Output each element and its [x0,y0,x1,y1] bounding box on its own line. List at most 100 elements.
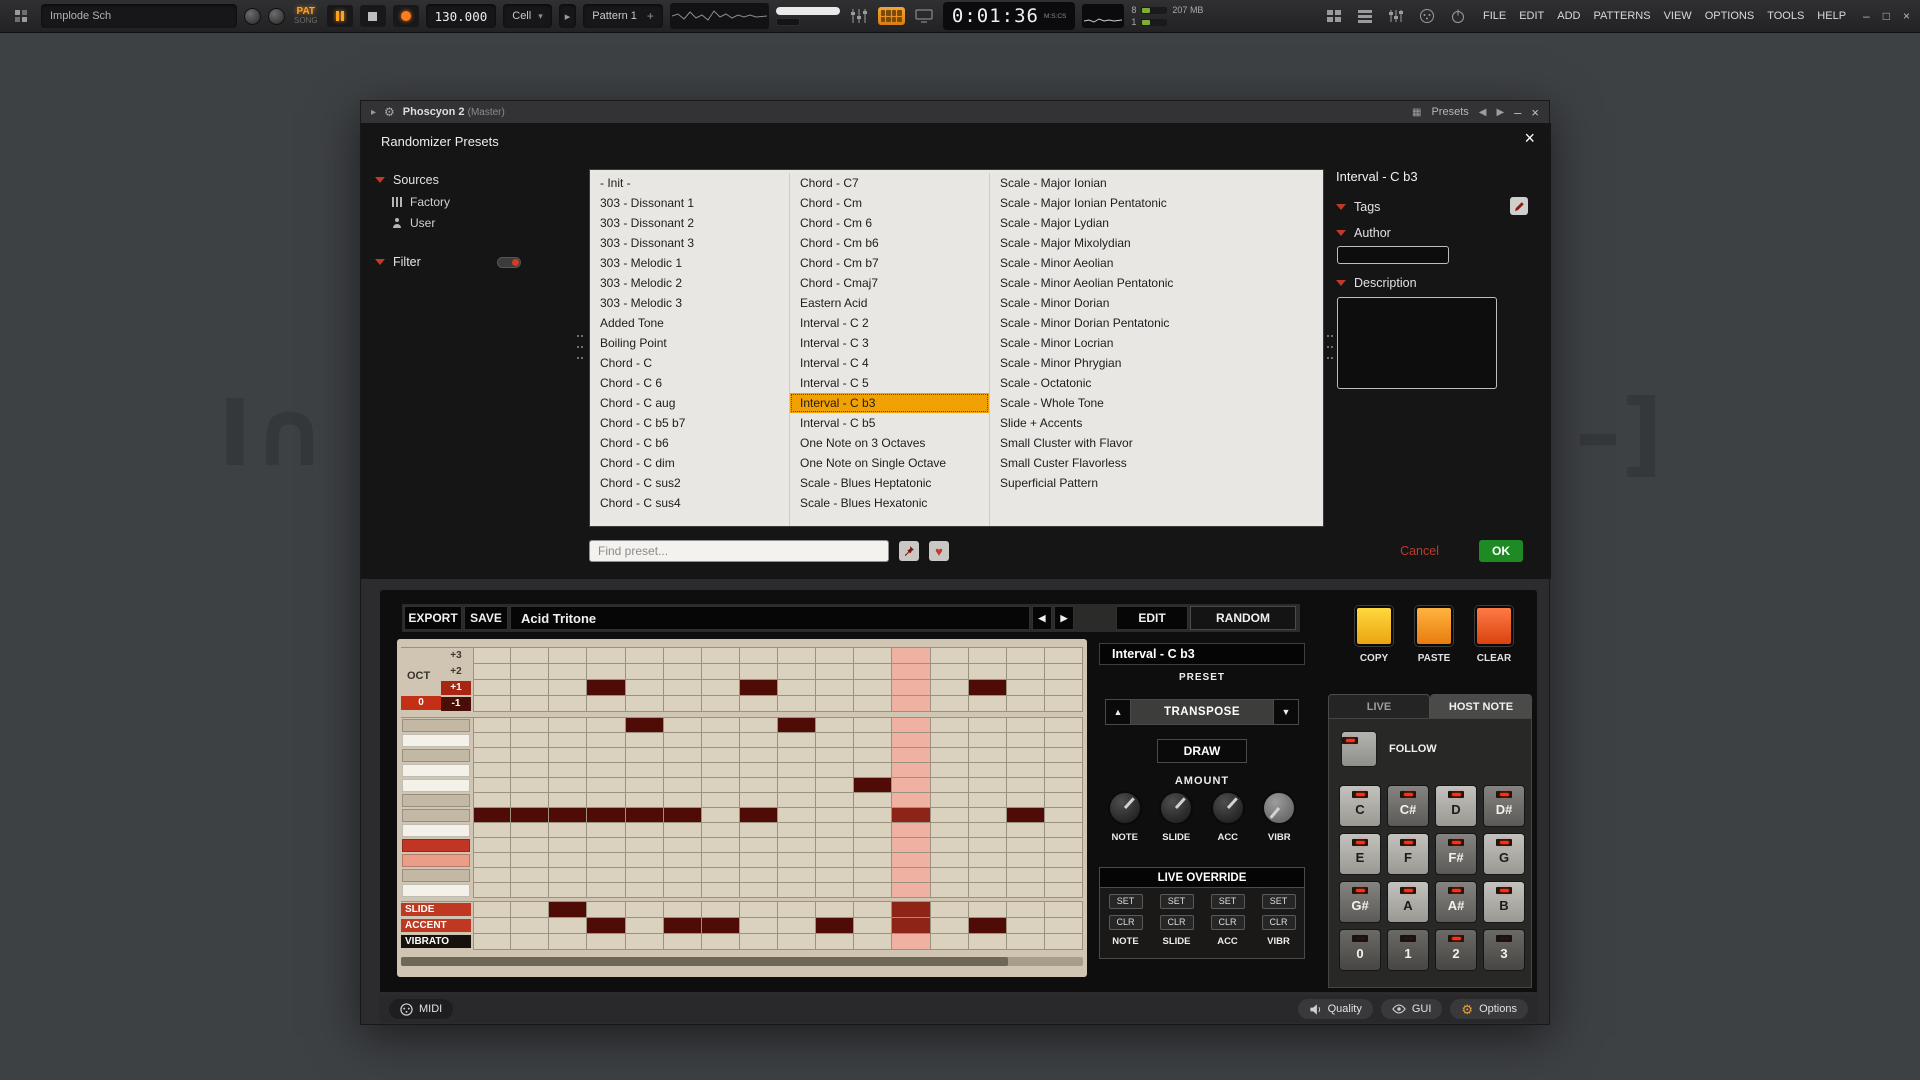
seq-cell[interactable] [1007,778,1045,793]
seq-cell[interactable] [511,808,549,823]
seq-cell[interactable] [969,793,1007,808]
preset-item[interactable]: Scale - Minor Dorian Pentatonic [990,313,1323,333]
favorite-button[interactable]: ♥ [929,541,949,561]
seq-cell[interactable] [473,868,511,883]
seq-cell[interactable] [931,733,969,748]
seq-cell[interactable] [1007,648,1045,664]
seq-cell[interactable] [473,680,511,696]
main-volume-knob[interactable] [244,8,261,25]
seq-cell[interactable] [1045,793,1083,808]
pin-button[interactable] [899,541,919,561]
seq-cell[interactable] [702,853,740,868]
seq-cell[interactable] [740,748,778,763]
host-note-key[interactable]: E [1339,833,1381,875]
prev-preset-button[interactable]: ◀ [1479,107,1487,118]
preset-item[interactable]: Chord - Cm [790,193,989,213]
edit-tab[interactable]: EDIT [1116,606,1188,630]
seq-cell[interactable] [778,808,816,823]
preset-item[interactable]: Chord - C dim [590,453,789,473]
mixer-icon[interactable] [847,5,871,27]
pat-song-switch[interactable]: PAT SONG [294,6,318,26]
seq-cell[interactable] [473,778,511,793]
seq-cell[interactable] [778,838,816,853]
minimize-button[interactable]: – [1863,9,1870,23]
menu-item[interactable]: PATTERNS [1594,10,1651,22]
seq-cell[interactable] [1007,793,1045,808]
seq-cell[interactable] [1007,664,1045,680]
seq-cell[interactable] [587,648,625,664]
seq-cell[interactable] [969,838,1007,853]
seq-cell[interactable] [778,748,816,763]
seq-cell[interactable] [1045,748,1083,763]
seq-cell[interactable] [778,664,816,680]
cancel-button[interactable]: Cancel [1400,544,1439,558]
seq-cell[interactable] [702,748,740,763]
seq-cell[interactable] [931,680,969,696]
seq-cell[interactable] [740,853,778,868]
seq-cell[interactable] [892,934,930,950]
host-note-key[interactable]: 3 [1483,929,1525,971]
seq-cell[interactable] [702,934,740,950]
host-note-key[interactable]: B [1483,881,1525,923]
seq-cell[interactable] [587,883,625,898]
tempo-display[interactable]: 130.000 [426,4,497,28]
seq-cell[interactable] [892,902,930,918]
seq-cell[interactable] [549,918,587,934]
seq-cell[interactable] [854,902,892,918]
seq-cell[interactable] [931,823,969,838]
seq-cell[interactable] [892,853,930,868]
seq-cell[interactable] [778,696,816,712]
seq-cell[interactable] [816,718,854,733]
seq-cell[interactable] [892,733,930,748]
menu-item[interactable]: ADD [1557,10,1580,22]
preset-item[interactable]: Interval - C 3 [790,333,989,353]
clipboard-button[interactable] [1475,606,1513,646]
source-item[interactable]: Factory [375,191,567,212]
preset-item[interactable]: Scale - Minor Aeolian Pentatonic [990,273,1323,293]
seq-cell[interactable] [702,902,740,918]
close-button[interactable]: × [1903,9,1910,23]
seq-cell[interactable] [931,868,969,883]
seq-cell[interactable] [1045,718,1083,733]
seq-cell[interactable] [511,883,549,898]
seq-cell[interactable] [473,733,511,748]
gear-icon[interactable]: ⚙ [384,105,395,119]
menu-item[interactable]: TOOLS [1767,10,1804,22]
preset-item[interactable]: Interval - C 4 [790,353,989,373]
seq-cell[interactable] [740,838,778,853]
amount-knob[interactable] [1211,791,1245,825]
preset-item[interactable]: Added Tone [590,313,789,333]
host-note-key[interactable]: 2 [1435,929,1477,971]
presets-label[interactable]: Presets [1431,106,1468,118]
pattern-selector[interactable]: Pattern 1+ [583,4,663,28]
resize-handle[interactable] [1327,335,1334,359]
seq-cell[interactable] [892,718,930,733]
seq-cell[interactable] [816,793,854,808]
tags-header[interactable]: Tags [1336,200,1536,214]
seq-cell[interactable] [931,808,969,823]
time-display[interactable]: 0:01:36 M:S:CS [943,2,1075,30]
clear-button[interactable]: CLR [1262,915,1296,930]
seq-cell[interactable] [473,748,511,763]
seq-cell[interactable] [702,778,740,793]
seq-cell[interactable] [473,763,511,778]
seq-cell[interactable] [740,808,778,823]
seq-cell[interactable] [892,883,930,898]
seq-cell[interactable] [892,838,930,853]
menu-item[interactable]: EDIT [1519,10,1544,22]
seq-cell[interactable] [702,918,740,934]
seq-cell[interactable] [549,648,587,664]
follow-button[interactable] [1341,731,1377,767]
seq-cell[interactable] [702,718,740,733]
seq-cell[interactable] [740,733,778,748]
filter-toggle[interactable] [497,257,521,268]
seq-cell[interactable] [702,868,740,883]
preset-item[interactable]: Small Cluster with Flavor [990,433,1323,453]
set-button[interactable]: SET [1160,894,1194,909]
preset-item[interactable]: 303 - Dissonant 1 [590,193,789,213]
seq-cell[interactable] [854,680,892,696]
seq-cell[interactable] [969,778,1007,793]
ok-button[interactable]: OK [1479,540,1523,562]
seq-cell[interactable] [969,823,1007,838]
seq-cell[interactable] [931,934,969,950]
